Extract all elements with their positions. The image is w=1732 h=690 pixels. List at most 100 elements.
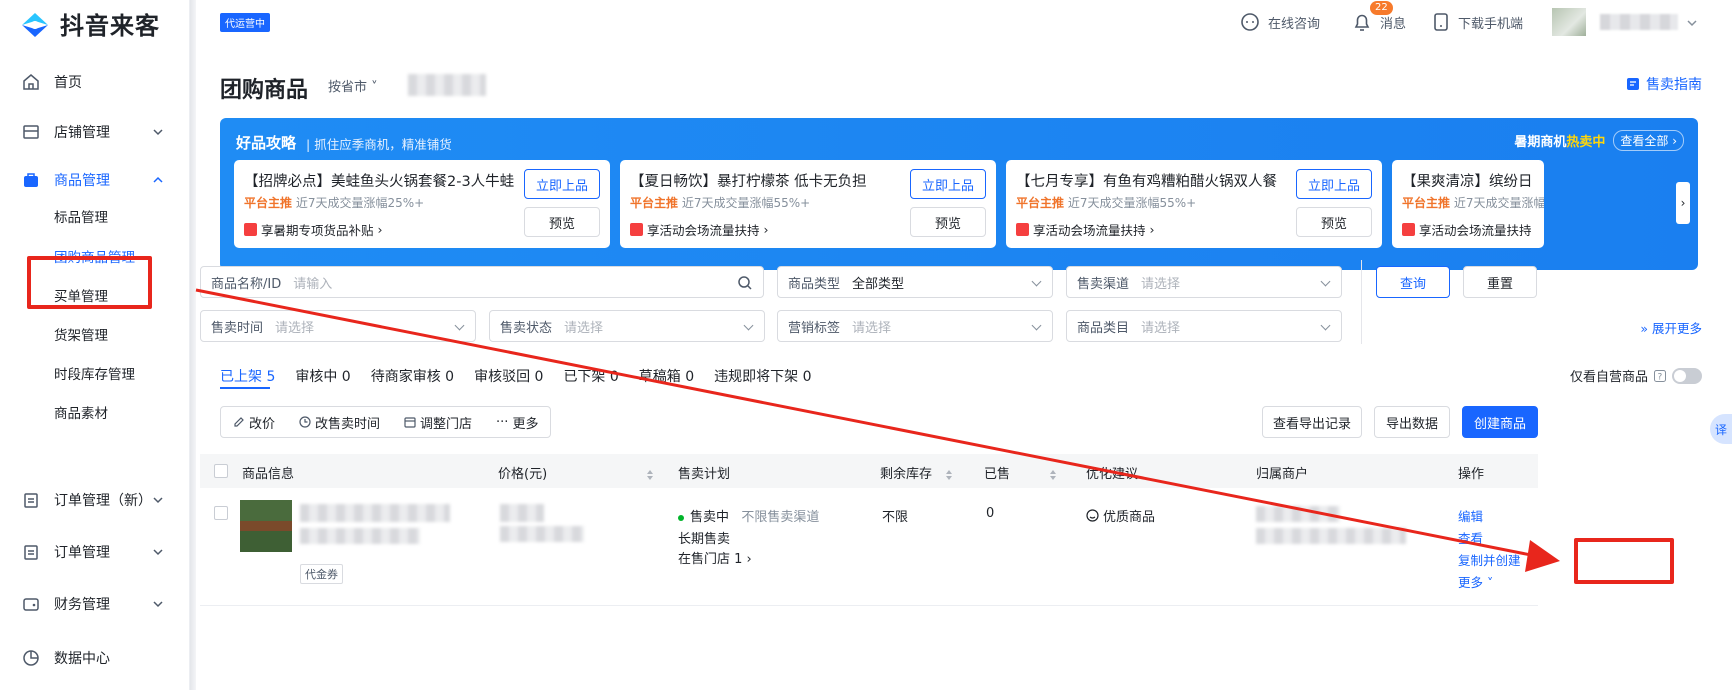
- col-stock[interactable]: 剩余库存: [880, 463, 953, 482]
- sales-time-select[interactable]: 售卖时间 请选择: [200, 310, 476, 342]
- chat-icon: [1241, 13, 1259, 31]
- province-select[interactable]: 按省市 ˅: [328, 76, 378, 95]
- message-count-badge: 22: [1370, 1, 1393, 15]
- expand-more-link[interactable]: » 展开更多: [1640, 318, 1702, 337]
- list-now-button[interactable]: 立即上品: [1296, 169, 1372, 199]
- bulk-more-button[interactable]: ··· 更多: [484, 413, 550, 432]
- list-now-button[interactable]: 立即上品: [910, 169, 986, 199]
- avatar[interactable]: [1552, 8, 1586, 36]
- carousel-next-button[interactable]: ›: [1676, 182, 1690, 224]
- promo-card-title: 【七月专享】有鱼有鸡糟粕醋火锅双人餐: [1016, 174, 1277, 190]
- reset-button[interactable]: 重置: [1463, 266, 1537, 298]
- messages-link[interactable]: 消息: [1352, 12, 1406, 32]
- product-name-redacted[interactable]: [300, 504, 450, 522]
- tab-reviewing[interactable]: 审核中 0: [295, 366, 350, 386]
- stores-link[interactable]: 在售门店 1 ›: [678, 548, 752, 567]
- create-product-button[interactable]: 创建商品: [1462, 406, 1538, 438]
- sidebar-item-store[interactable]: 店铺管理: [0, 112, 190, 152]
- col-sold[interactable]: 已售: [984, 463, 1057, 482]
- chevron-down-icon: [1031, 320, 1042, 331]
- promo-card-push: 平台主推: [244, 196, 293, 210]
- chevron-down-icon: [1031, 276, 1042, 287]
- bulk-price-button[interactable]: 改价: [221, 413, 287, 432]
- chevron-down-icon[interactable]: [1686, 17, 1698, 29]
- tab-violation[interactable]: 违规即将下架 0: [714, 366, 811, 386]
- col-price[interactable]: 价格(元): [498, 463, 654, 482]
- promo-card-foot[interactable]: 享活动会场流量扶持 ›: [1016, 220, 1155, 239]
- help-icon[interactable]: ?: [1654, 369, 1666, 382]
- self-operated-toggle[interactable]: [1672, 367, 1702, 384]
- marketing-tag-select[interactable]: 营销标签 请选择: [777, 310, 1053, 342]
- sidebar-sub-material[interactable]: 商品素材: [54, 402, 108, 422]
- tab-drafts[interactable]: 草稿箱 0: [639, 366, 694, 386]
- banner-hot-prefix: 暑期商机: [1514, 135, 1567, 150]
- sales-channel-select[interactable]: 售卖渠道 请选择: [1066, 266, 1342, 298]
- row-checkbox[interactable]: [214, 506, 228, 520]
- product-thumbnail[interactable]: [240, 500, 292, 552]
- sidebar-sub-stock[interactable]: 时段库存管理: [54, 363, 135, 383]
- download-link[interactable]: 下载手机端: [1432, 12, 1523, 32]
- wallet-icon: [23, 598, 39, 611]
- preview-button[interactable]: 预览: [1296, 207, 1372, 237]
- sidebar-item-finance[interactable]: 财务管理: [0, 584, 190, 624]
- edit-link[interactable]: 编辑: [1458, 506, 1483, 525]
- category-select[interactable]: 商品类目 请选择: [1066, 310, 1342, 342]
- chevron-down-icon: [1320, 276, 1331, 287]
- sidebar-item-orders-new[interactable]: 订单管理（新）: [0, 480, 190, 520]
- bulk-store-button[interactable]: 调整门店: [392, 413, 484, 432]
- preview-button[interactable]: 预览: [910, 207, 986, 237]
- sidebar-sub-standard[interactable]: 标品管理: [54, 206, 108, 226]
- store-icon: [404, 417, 416, 428]
- view-link[interactable]: 查看: [1458, 528, 1483, 547]
- consult-link[interactable]: 在线咨询: [1240, 12, 1320, 32]
- translate-button[interactable]: 译: [1710, 414, 1732, 444]
- col-ops: 操作: [1458, 467, 1485, 482]
- tab-delisted[interactable]: 已下架 0: [563, 366, 618, 386]
- promo-card[interactable]: 【果爽清凉】缤纷日 平台主推 近7天成交量涨幅 享活动会场流量扶持: [1392, 160, 1544, 248]
- preview-button[interactable]: 预览: [524, 207, 600, 237]
- province-label: 按省市: [328, 80, 368, 95]
- promo-card-foot[interactable]: 享活动会场流量扶持 ›: [630, 220, 769, 239]
- sidebar-item-label: 财务管理: [54, 597, 110, 613]
- bulk-time-button[interactable]: 改售卖时间: [287, 413, 392, 432]
- tab-listed[interactable]: 已上架 5: [220, 366, 275, 386]
- search-icon[interactable]: [737, 275, 753, 291]
- query-button[interactable]: 查询: [1376, 266, 1450, 298]
- sidebar-item-orders[interactable]: 订单管理: [0, 532, 190, 572]
- promo-card-stat-text: 近7天成交量涨幅55%+: [1067, 196, 1197, 210]
- sales-status-select[interactable]: 售卖状态 请选择: [489, 310, 765, 342]
- select-all-checkbox[interactable]: [214, 464, 228, 478]
- account-name-redacted[interactable]: [1600, 14, 1678, 30]
- sidebar-item-products[interactable]: 商品管理: [0, 160, 190, 200]
- promo-card[interactable]: 【招牌必点】美蛙鱼头火锅套餐2-3人牛蛙... 平台主推 近7天成交量涨幅25%…: [234, 160, 610, 248]
- promo-card-stat: 平台主推 近7天成交量涨幅25%+: [244, 194, 424, 211]
- list-now-button[interactable]: 立即上品: [524, 169, 600, 199]
- chevron-down-icon: [1320, 320, 1331, 331]
- sales-guide-link[interactable]: 售卖指南: [1626, 74, 1702, 94]
- logo[interactable]: 抖音来客: [18, 6, 160, 41]
- view-all-button[interactable]: 查看全部 ›: [1613, 130, 1684, 151]
- sidebar-item-label: 店铺管理: [54, 125, 110, 141]
- tab-merchant-review[interactable]: 待商家审核 0: [371, 366, 454, 386]
- product-type-select[interactable]: 商品类型 全部类型: [777, 266, 1053, 298]
- expand-more-label: 展开更多: [1651, 321, 1702, 336]
- more-ops-link[interactable]: 更多 ˅: [1458, 572, 1493, 591]
- col-stock-label: 剩余库存: [880, 467, 933, 482]
- chevron-down-icon: [153, 549, 163, 556]
- promo-card-foot[interactable]: 享活动会场流量扶持: [1402, 220, 1532, 239]
- sidebar-item-label: 订单管理（新）: [54, 493, 152, 509]
- promo-card[interactable]: 【七月专享】有鱼有鸡糟粕醋火锅双人餐 平台主推 近7天成交量涨幅55%+ 享活动…: [1006, 160, 1382, 248]
- col-price-label: 价格(元): [498, 467, 548, 482]
- sidebar-sub-shelf[interactable]: 货架管理: [54, 324, 108, 344]
- sidebar-item-home[interactable]: 首页: [0, 62, 190, 102]
- tab-rejected[interactable]: 审核驳回 0: [474, 366, 543, 386]
- promo-card[interactable]: 【夏日畅饮】暴打柠檬茶 低卡无负担 平台主推 近7天成交量涨幅55%+ 享活动会…: [620, 160, 996, 248]
- product-name-field[interactable]: 商品名称/ID 请输入: [200, 266, 764, 298]
- copy-create-link[interactable]: 复制并创建: [1458, 550, 1521, 569]
- export-log-button[interactable]: 查看导出记录: [1262, 406, 1362, 438]
- promo-card-foot[interactable]: 享暑期专项货品补贴 ›: [244, 220, 383, 239]
- sidebar-item-data[interactable]: 数据中心: [0, 638, 190, 678]
- sidebar-item-label: 订单管理: [54, 545, 110, 561]
- product-name-label: 商品名称/ID: [211, 276, 282, 292]
- export-button[interactable]: 导出数据: [1374, 406, 1450, 438]
